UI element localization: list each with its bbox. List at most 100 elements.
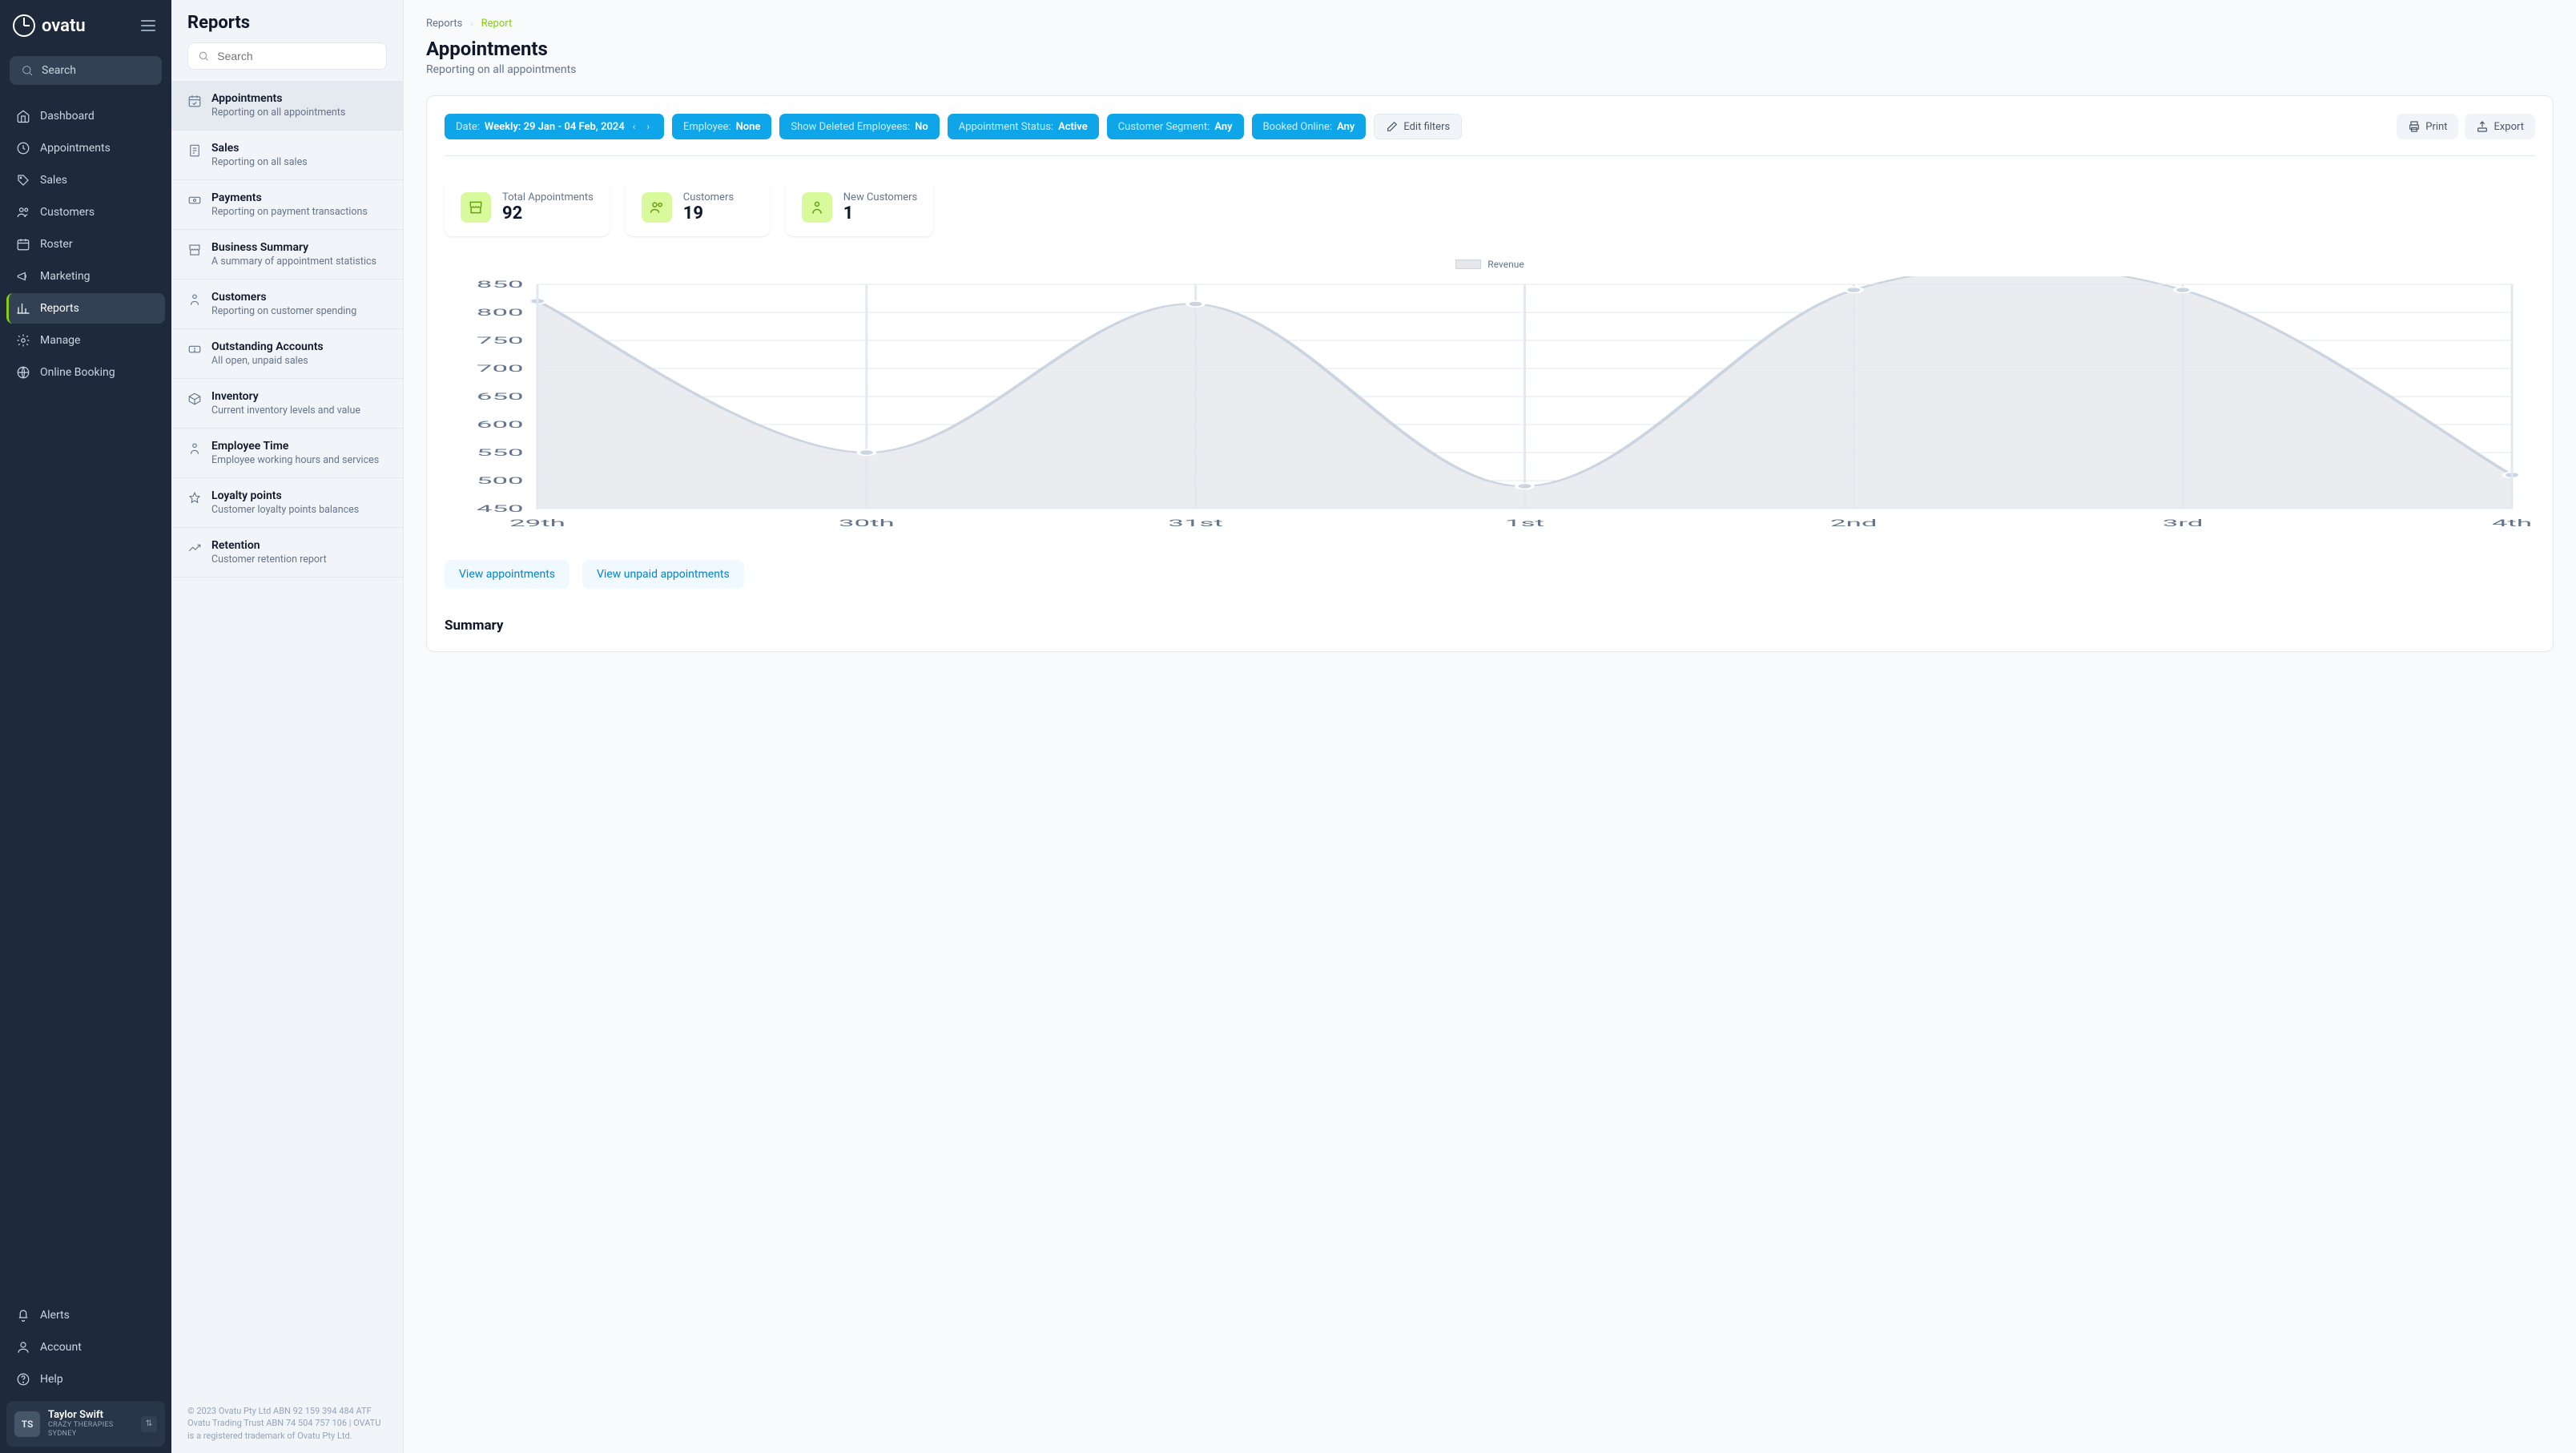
export-button[interactable]: Export	[2465, 114, 2535, 139]
filter-employee[interactable]: Employee: None	[672, 114, 771, 139]
menu-toggle-icon[interactable]	[138, 17, 159, 34]
filter-value: Active	[1058, 121, 1088, 133]
report-item-desc: Customer loyalty points balances	[211, 504, 387, 516]
nav-reports[interactable]: Reports	[6, 293, 165, 324]
printer-icon	[2408, 120, 2421, 133]
filter-label: Booked Online:	[1263, 121, 1333, 133]
reports-panel: Reports Appointments Reporting on all ap…	[171, 0, 404, 1453]
nav-online-booking[interactable]: Online Booking	[6, 357, 165, 388]
chevron-left-icon[interactable]: ‹	[630, 121, 639, 132]
breadcrumb: Reports › Report	[426, 18, 2554, 30]
store-icon	[187, 243, 202, 257]
report-item-employee-time[interactable]: Employee Time Employee working hours and…	[171, 429, 403, 478]
content-card: Date: Weekly: 29 Jan - 04 Feb, 2024 ‹ › …	[426, 95, 2554, 652]
filter-show-deleted[interactable]: Show Deleted Employees: No	[779, 114, 939, 139]
report-item-customers[interactable]: Customers Reporting on customer spending	[171, 280, 403, 329]
filter-date[interactable]: Date: Weekly: 29 Jan - 04 Feb, 2024 ‹ ›	[445, 114, 664, 139]
report-item-desc: Reporting on customer spending	[211, 305, 387, 317]
calendar-check-icon	[187, 94, 202, 108]
svg-text:29th: 29th	[509, 517, 566, 529]
tag-icon	[16, 173, 30, 187]
report-item-payments[interactable]: Payments Reporting on payment transactio…	[171, 180, 403, 230]
svg-text:700: 700	[477, 363, 524, 374]
report-item-retention[interactable]: Retention Customer retention report	[171, 528, 403, 578]
nav-help[interactable]: Help	[6, 1364, 165, 1395]
sidebar-footer: Alerts Account Help TS Taylor Swift CRAZ…	[0, 1292, 171, 1453]
chevron-right-icon[interactable]: ›	[643, 121, 653, 132]
stat-card-customers: Customers 19	[626, 179, 770, 236]
report-item-desc: A summary of appointment statistics	[211, 256, 387, 268]
reports-panel-copyright: © 2023 Ovatu Pty Ltd ABN 92 159 394 484 …	[171, 1394, 403, 1453]
calendar-icon	[16, 237, 30, 252]
filter-appointment-status[interactable]: Appointment Status: Active	[948, 114, 1099, 139]
megaphone-icon	[16, 269, 30, 284]
filter-booked-online[interactable]: Booked Online: Any	[1252, 114, 1366, 139]
brand-logo[interactable]: ovatu	[13, 14, 86, 37]
stat-card-total-appointments: Total Appointments 92	[445, 179, 610, 236]
report-item-business-summary[interactable]: Business Summary A summary of appointmen…	[171, 230, 403, 280]
report-item-loyalty-points[interactable]: Loyalty points Customer loyalty points b…	[171, 478, 403, 528]
sidebar-header: ovatu	[0, 0, 171, 45]
report-item-sales[interactable]: Sales Reporting on all sales	[171, 131, 403, 180]
nav-alerts[interactable]: Alerts	[6, 1300, 165, 1330]
report-item-title: Employee Time	[211, 440, 387, 453]
nav-customers[interactable]: Customers	[6, 197, 165, 227]
nav-label: Online Booking	[40, 366, 115, 379]
summary-heading: Summary	[445, 618, 2535, 634]
filter-value: None	[736, 121, 761, 133]
report-item-desc: Employee working hours and services	[211, 454, 387, 466]
nav-appointments[interactable]: Appointments	[6, 133, 165, 163]
report-item-desc: Reporting on all sales	[211, 156, 387, 168]
box-icon	[187, 392, 202, 406]
filter-label: Employee:	[683, 121, 731, 133]
export-icon	[2476, 120, 2489, 133]
clock-icon	[16, 141, 30, 155]
breadcrumb-current: Report	[481, 18, 513, 30]
reports-search[interactable]	[187, 42, 387, 70]
svg-text:31st: 31st	[1168, 517, 1222, 529]
user-toggle-icon[interactable]: ⇅	[141, 1416, 157, 1432]
svg-text:850: 850	[477, 279, 524, 290]
chart-canvas: 45050055060065070075080085029th30th31st1…	[445, 276, 2535, 533]
quick-links: View appointments View unpaid appointmen…	[445, 560, 2535, 589]
receipt-icon	[187, 143, 202, 158]
avatar-initials: TS	[22, 1419, 34, 1430]
view-unpaid-appointments-link[interactable]: View unpaid appointments	[582, 560, 744, 589]
filter-label: Customer Segment:	[1118, 121, 1210, 133]
bell-icon	[16, 1308, 30, 1322]
filter-customer-segment[interactable]: Customer Segment: Any	[1107, 114, 1244, 139]
nav-manage[interactable]: Manage	[6, 325, 165, 356]
page-title: Appointments	[426, 38, 2554, 60]
report-item-outstanding-accounts[interactable]: Outstanding Accounts All open, unpaid sa…	[171, 329, 403, 379]
sidebar-search[interactable]: Search	[10, 56, 162, 85]
nav-label: Reports	[40, 302, 79, 315]
edit-filters-button[interactable]: Edit filters	[1374, 114, 1462, 139]
page-subtitle: Reporting on all appointments	[426, 63, 2554, 76]
report-item-inventory[interactable]: Inventory Current inventory levels and v…	[171, 379, 403, 429]
nav-label: Marketing	[40, 270, 91, 283]
nav-label: Sales	[40, 174, 67, 187]
filter-label: Appointment Status:	[959, 121, 1053, 133]
svg-text:30th: 30th	[839, 517, 895, 529]
export-label: Export	[2493, 121, 2524, 133]
svg-text:3rd: 3rd	[2163, 517, 2204, 529]
report-item-title: Outstanding Accounts	[211, 340, 387, 353]
view-appointments-link[interactable]: View appointments	[445, 560, 570, 589]
reports-search-input[interactable]	[217, 50, 376, 62]
user-card[interactable]: TS Taylor Swift CRAZY THERAPIES SYDNEY ⇅	[6, 1401, 165, 1447]
nav-label: Alerts	[40, 1309, 70, 1322]
nav-sales[interactable]: Sales	[6, 165, 165, 195]
nav-dashboard[interactable]: Dashboard	[6, 101, 165, 131]
nav-marketing[interactable]: Marketing	[6, 261, 165, 292]
breadcrumb-parent[interactable]: Reports	[426, 18, 462, 30]
nav-roster[interactable]: Roster	[6, 229, 165, 260]
storefront-icon	[461, 192, 491, 223]
nav-label: Manage	[40, 334, 80, 347]
report-item-appointments[interactable]: Appointments Reporting on all appointmen…	[171, 81, 403, 131]
filter-value: No	[915, 121, 928, 133]
svg-text:750: 750	[477, 335, 524, 346]
stat-value: 92	[502, 203, 594, 223]
nav-account[interactable]: Account	[6, 1332, 165, 1362]
print-button[interactable]: Print	[2397, 114, 2458, 139]
nav-label: Customers	[40, 206, 95, 219]
